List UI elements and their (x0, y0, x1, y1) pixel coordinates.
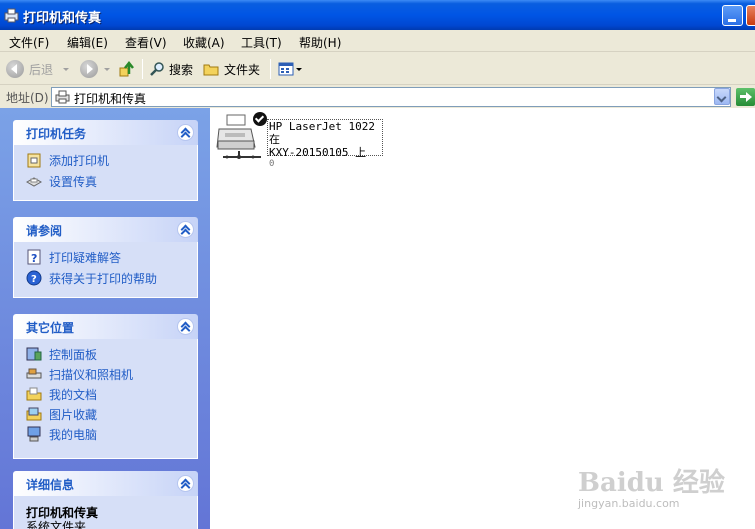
menu-help[interactable]: 帮助(H) (299, 34, 341, 51)
menu-favorites[interactable]: 收藏(A) (183, 34, 225, 51)
my-pictures-link[interactable]: 图片收藏 (26, 405, 97, 423)
collapse-icon[interactable] (177, 221, 194, 238)
menu-file[interactable]: 文件(F) (9, 34, 49, 51)
go-arrow-icon[interactable] (736, 88, 755, 106)
menu-view[interactable]: 查看(V) (125, 34, 167, 51)
scanner-camera-icon (26, 368, 42, 379)
up-folder-icon (119, 60, 134, 77)
printer-label: HP LaserJet 1022 在 KXY-20150105 上 0 (267, 119, 383, 169)
folder-icon (203, 64, 219, 76)
back-arrow-icon (6, 60, 24, 78)
collapse-icon[interactable] (177, 124, 194, 141)
panel-title: 打印机任务 (26, 127, 87, 141)
views-icon (278, 62, 294, 76)
chevron-down-icon (296, 67, 302, 71)
panel-title: 请参阅 (26, 224, 63, 238)
search-icon (150, 62, 164, 76)
forward-button[interactable] (80, 57, 110, 81)
panel-printer-tasks: 打印机任务 添加打印机 设置传真 (13, 120, 198, 201)
toolbar: 后退 搜索 文件夹 (0, 53, 755, 85)
panel-see-also: 请参阅 ? 打印疑难解答 ? 获得关于打印的帮助 (13, 217, 198, 298)
search-button[interactable]: 搜索 (149, 57, 193, 81)
my-documents-link[interactable]: 我的文档 (26, 385, 97, 403)
svg-text:?: ? (31, 274, 37, 285)
panel-header[interactable]: 详细信息 (13, 471, 198, 496)
panel-details: 详细信息 打印机和传真 系统文件夹 (13, 471, 198, 529)
close-button[interactable] (746, 5, 755, 26)
menu-tools[interactable]: 工具(T) (241, 34, 282, 51)
help-icon: ? (26, 270, 42, 286)
folders-button[interactable]: 文件夹 (203, 57, 260, 81)
search-label: 搜索 (169, 62, 194, 77)
help-document-icon: ? (27, 249, 41, 265)
back-label: 后退 (29, 62, 54, 77)
watermark-logo: Baidu 经验 (578, 468, 725, 498)
menu-edit[interactable]: 编辑(E) (67, 34, 108, 51)
printer-name-line1: HP LaserJet 1022 在 (269, 120, 375, 146)
add-printer-link[interactable]: 添加打印机 (26, 151, 109, 169)
my-documents-icon (26, 387, 42, 401)
address-value: 打印机和传真 (74, 92, 147, 106)
chevron-down-icon (63, 67, 70, 71)
panel-header[interactable]: 打印机任务 (13, 120, 198, 145)
forward-arrow-icon (80, 60, 98, 78)
details-type: 系统文件夹 (26, 520, 87, 529)
svg-text:?: ? (31, 252, 37, 265)
panel-title: 详细信息 (26, 478, 75, 492)
task-pane: 打印机任务 添加打印机 设置传真 请参阅 ? 打印疑难解答 ? 获得关于打印的帮… (0, 108, 210, 529)
address-bar: 地址(D) 打印机和传真 (0, 86, 755, 108)
collapse-icon[interactable] (177, 318, 194, 335)
printer-folder-icon (4, 8, 19, 23)
chevron-down-icon (104, 67, 110, 71)
printing-help-link[interactable]: ? 获得关于打印的帮助 (26, 269, 157, 287)
title-bar: 打印机和传真 (0, 0, 755, 30)
printer-status: 0 (269, 159, 275, 169)
up-folder-button[interactable] (118, 57, 136, 81)
print-troubleshoot-link[interactable]: ? 打印疑难解答 (26, 248, 121, 266)
address-dropdown-button[interactable] (714, 88, 730, 105)
printer-name-line2: KXY-20150105 上 (269, 146, 367, 159)
baidu-watermark: Baidu 经验 jingyan.baidu.com (578, 462, 728, 522)
panel-title: 其它位置 (26, 321, 75, 335)
views-button[interactable] (278, 57, 302, 81)
setup-fax-link[interactable]: 设置传真 (26, 172, 97, 190)
window-title: 打印机和传真 (23, 11, 102, 26)
panel-header[interactable]: 其它位置 (13, 314, 198, 339)
my-computer-link[interactable]: 我的电脑 (26, 425, 97, 443)
control-panel-icon (26, 347, 42, 361)
address-label: 地址(D) (6, 91, 49, 105)
watermark-url: jingyan.baidu.com (578, 497, 680, 510)
scanners-cameras-link[interactable]: 扫描仪和照相机 (26, 365, 133, 383)
collapse-icon[interactable] (177, 475, 194, 492)
printer-folder-icon (55, 90, 70, 104)
fax-icon (26, 177, 42, 187)
address-input[interactable]: 打印机和传真 (51, 87, 731, 107)
back-button[interactable]: 后退 (6, 57, 70, 81)
minimize-button[interactable] (722, 5, 743, 26)
panel-other-places: 其它位置 控制面板 扫描仪和照相机 我的文档 图片收藏 我的电脑 (13, 314, 198, 459)
menu-bar: 文件(F) 编辑(E) 查看(V) 收藏(A) 工具(T) 帮助(H) (0, 30, 755, 52)
add-printer-icon (27, 153, 41, 168)
default-printer-check-icon (253, 112, 267, 126)
panel-header[interactable]: 请参阅 (13, 217, 198, 242)
my-pictures-icon (26, 407, 42, 421)
folders-label: 文件夹 (224, 62, 261, 77)
my-computer-icon (27, 426, 41, 442)
control-panel-link[interactable]: 控制面板 (26, 345, 97, 363)
